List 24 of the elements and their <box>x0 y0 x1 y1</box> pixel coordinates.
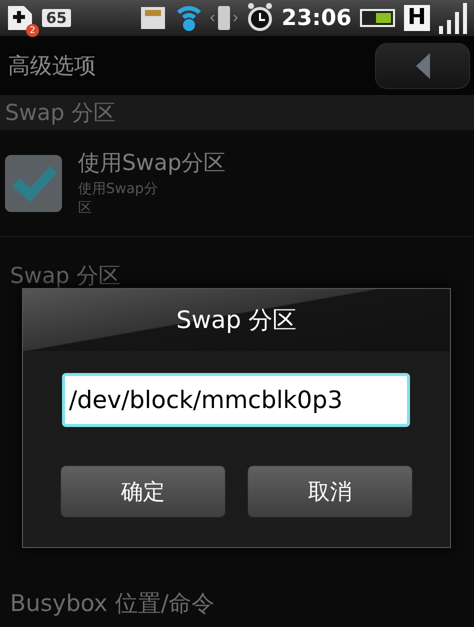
checkbox[interactable] <box>5 155 62 212</box>
setting-summary: 使用Swap分区 <box>78 180 159 218</box>
signal-icon <box>438 2 468 34</box>
battery-percent: 65 <box>42 9 71 27</box>
medical-plus-icon <box>6 4 34 32</box>
setting-title: 使用Swap分区 <box>78 150 226 178</box>
clock-time: 23:06 <box>282 6 352 30</box>
setting-title: Busybox 位置/命令 <box>10 590 215 619</box>
setting-title: Swap 分区 <box>10 263 120 291</box>
alarm-clock-icon <box>246 2 274 34</box>
battery-icon <box>360 9 396 27</box>
network-type: H <box>404 5 430 31</box>
wifi-icon <box>176 3 202 33</box>
checkmark-icon <box>10 164 58 204</box>
section-header: Swap 分区 <box>0 95 474 130</box>
cancel-button[interactable]: 取消 <box>247 465 413 518</box>
phone-vibrate-icon <box>210 3 238 33</box>
path-input-field[interactable]: /dev/block/mmcblk0p3 <box>62 373 410 427</box>
back-button[interactable] <box>375 42 470 88</box>
dialog-title: Swap 分区 <box>176 305 297 336</box>
back-arrow-icon <box>416 52 430 78</box>
confirm-button[interactable]: 确定 <box>60 465 226 518</box>
screen-title: 高级选项 <box>8 52 96 80</box>
notification-badge: 2 <box>26 24 39 37</box>
